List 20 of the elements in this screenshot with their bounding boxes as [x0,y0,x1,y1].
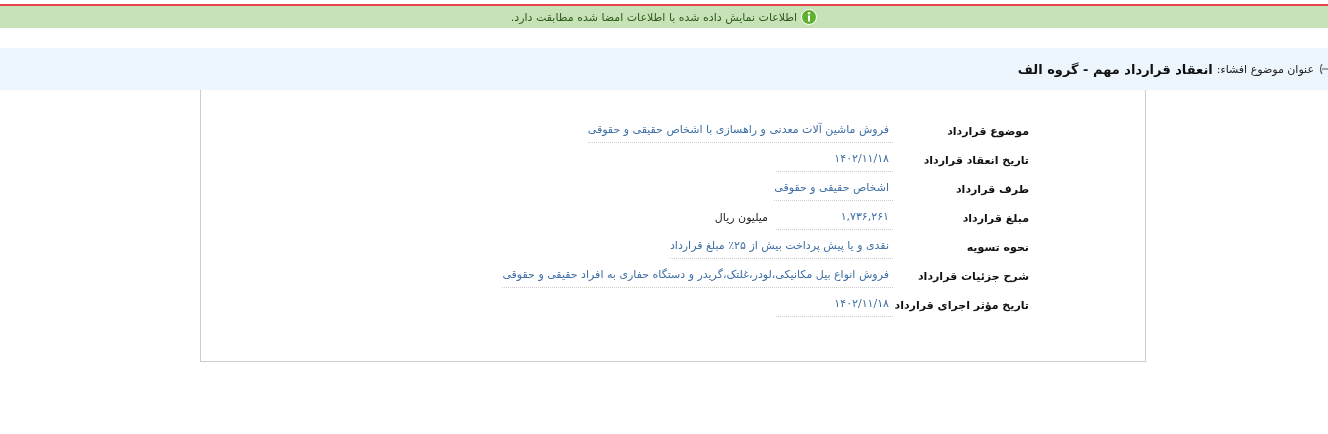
header-label: عنوان موضوع افشاء: [1216,62,1314,76]
field-label: مبلغ قرارداد [961,212,1029,227]
field-label: تاریخ انعقاد قرارداد [922,154,1029,169]
field-label: شرح جزئیات قرارداد [916,270,1029,285]
notice-text: اطلاعات نمایش داده شده با اطلاعات امضا شده مطابقت دارد. [510,10,798,24]
field-value: ۱۴۰۲/۱۱/۱۸ [776,297,893,317]
field-label: موضوع قرارداد [946,125,1029,140]
info-icon [801,9,818,25]
header-title: انعقاد قرارداد مهم - گروه الف [1017,61,1213,77]
field-label: طرف قرارداد [954,183,1029,198]
unit-text: میلیون ریال [714,211,768,226]
field-value: ۱,۷۳۶,۲۶۱ [776,210,893,230]
field-value: نقدی و یا پیش پرداخت بیش از ۲۵٪ مبلغ قرارداد [669,239,893,259]
field-value: فروش انواع بیل مکانیکی،لودر،غلتک،گریدر و دستگاه حفاری به افراد حقیقی و حقوقی [502,268,893,288]
arrow-icon [1318,63,1328,75]
field-label: تاریخ مؤثر اجرای قرارداد [893,299,1029,314]
field-label: نحوه تسویه [965,241,1029,256]
field-value: فروش ماشین آلات معدنی و راهسازی با اشخاص حقیقی و حقوقی [587,123,893,143]
field-value: اشخاص حقیقی و حقوقی [774,181,893,201]
field-value: ۱۴۰۲/۱۱/۱۸ [776,152,893,172]
